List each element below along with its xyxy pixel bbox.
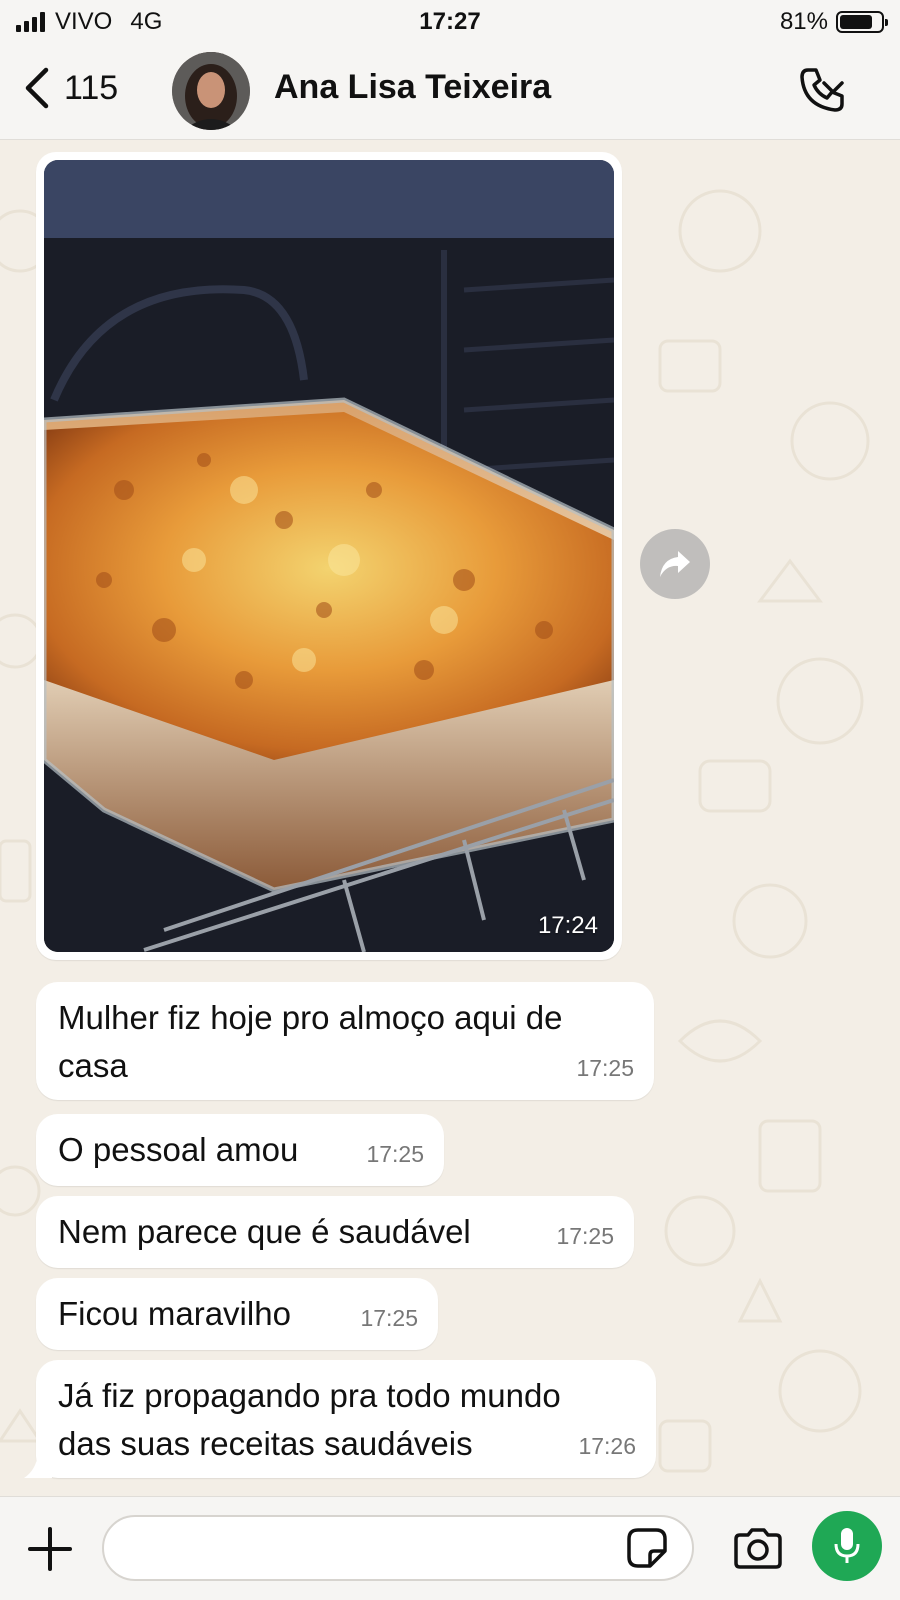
composer-bar	[0, 1496, 900, 1600]
message-bubble[interactable]: Nem parece que é saudável 17:25	[36, 1196, 634, 1268]
back-button[interactable]: 115	[22, 66, 118, 110]
status-time: 17:27	[419, 8, 481, 35]
message-time: 17:26	[578, 1433, 636, 1459]
message-text: Já fiz propagando pra todo mundo das sua…	[58, 1377, 561, 1462]
message-time: 17:25	[556, 1223, 614, 1249]
message-bubble[interactable]: Ficou maravilho 17:25	[36, 1278, 438, 1350]
photo-timestamp: 17:24	[537, 912, 598, 939]
chat-area[interactable]: 17:24 Mulher fiz hoje pro almoço aqui de…	[0, 141, 900, 1496]
message-bubble[interactable]: Já fiz propagando pra todo mundo das sua…	[36, 1360, 656, 1478]
unread-count: 115	[64, 68, 119, 107]
message-time: 17:25	[360, 1305, 418, 1331]
chat-header: 115 Ana Lisa Teixeira	[0, 46, 900, 140]
message-text: O pessoal amou	[58, 1131, 299, 1168]
message-time: 17:25	[366, 1141, 424, 1167]
lasagna-photo[interactable]: 17:24	[44, 160, 614, 952]
forward-button[interactable]	[640, 529, 710, 599]
message-input[interactable]	[102, 1515, 694, 1581]
sticker-icon[interactable]	[626, 1527, 668, 1569]
forward-icon	[660, 551, 690, 577]
battery-percent: 81%	[779, 8, 828, 35]
lasagna-image	[44, 160, 614, 952]
battery-icon	[836, 11, 888, 33]
microphone-button[interactable]	[812, 1511, 882, 1581]
chevron-down-icon[interactable]	[822, 80, 844, 96]
message-bubble[interactable]: Mulher fiz hoje pro almoço aqui de casa …	[36, 982, 654, 1100]
bubble-tail	[24, 1454, 52, 1478]
message-time: 17:25	[576, 1055, 634, 1081]
photo-message[interactable]: 17:24	[36, 152, 622, 960]
status-bar: VIVO 4G 17:27 81%	[0, 0, 900, 46]
avatar[interactable]	[172, 52, 250, 130]
message-text: Ficou maravilho	[58, 1295, 291, 1332]
message-text: Mulher fiz hoje pro almoço aqui de casa	[58, 999, 563, 1084]
status-right: 81%	[779, 8, 888, 36]
camera-icon[interactable]	[732, 1527, 784, 1569]
chevron-left-icon	[25, 67, 49, 109]
message-bubble[interactable]: O pessoal amou 17:25	[36, 1114, 444, 1186]
microphone-icon	[834, 1528, 860, 1563]
message-text: Nem parece que é saudável	[58, 1213, 471, 1250]
contact-name[interactable]: Ana Lisa Teixeira	[274, 68, 551, 107]
plus-icon[interactable]	[26, 1525, 74, 1573]
